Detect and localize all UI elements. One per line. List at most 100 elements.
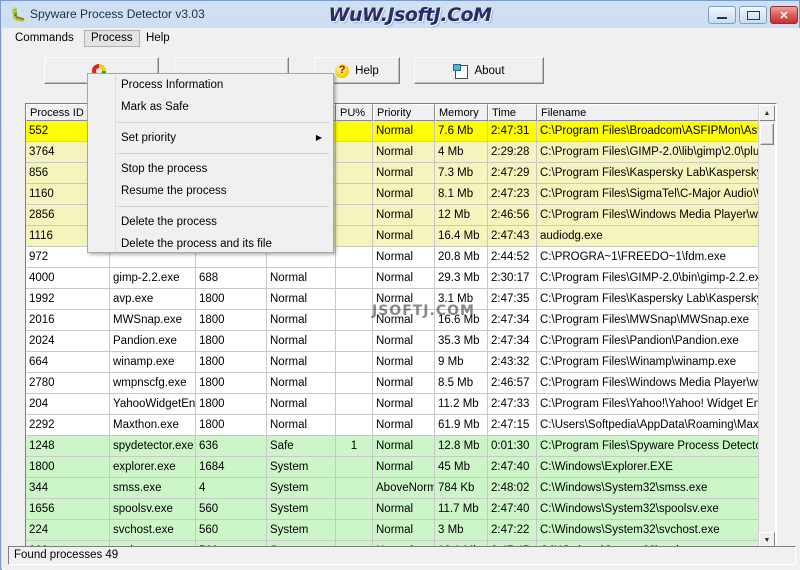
menu-item-delete-the-process[interactable]: Delete the process	[88, 211, 333, 233]
column-header-memory[interactable]: Memory	[435, 104, 488, 121]
cell-cpu: 1	[336, 436, 373, 456]
cell-parent: 1800	[196, 352, 267, 372]
cell-time: 2:47:22	[488, 520, 537, 540]
cell-time: 2:47:34	[488, 331, 537, 351]
menu-help[interactable]: Help	[139, 30, 177, 47]
cell-pid: 2024	[26, 331, 110, 351]
cell-cpu	[336, 520, 373, 540]
cell-filename: C:\Program Files\SigmaTel\C-Major Audio\…	[537, 184, 761, 204]
cell-time: 0:01:30	[488, 436, 537, 456]
cell-type: Normal	[267, 268, 336, 288]
table-row[interactable]: 1248 spydetector.exe 636 Safe 1 Normal 12.8 Mb…	[26, 436, 761, 457]
minimize-button[interactable]	[708, 6, 736, 24]
cell-cpu	[336, 415, 373, 435]
cell-memory: 12.8 Mb	[435, 436, 488, 456]
cell-filename: C:\Windows\Explorer.EXE	[537, 457, 761, 477]
cell-time: 2:47:31	[488, 121, 537, 141]
cell-memory: 11.2 Mb	[435, 394, 488, 414]
table-row[interactable]: 344smss.exe4System AboveNorma784 Kb2:48:0…	[26, 478, 761, 499]
cell-parent: 1800	[196, 415, 267, 435]
status-text: Found processes 49	[14, 549, 119, 561]
cell-priority: Normal	[373, 268, 435, 288]
cell-time: 2:44:52	[488, 247, 537, 267]
table-row[interactable]: 2780 wmpnscfg.exe 1800 Normal Normal 8.5 Mb 2:…	[26, 373, 761, 394]
cell-filename: audiodg.exe	[537, 226, 761, 246]
close-icon: ✕	[779, 9, 789, 22]
process-dropdown-menu: Process Information Mark as Safe Set prior…	[87, 73, 334, 253]
table-row[interactable]: 4000 gimp-2.2.exe 688 Normal Normal 29.3 Mb 2:…	[26, 268, 761, 289]
cell-pid: 664	[26, 352, 110, 372]
menu-item-label: Process Information	[121, 79, 224, 91]
cell-time: 2:47:40	[488, 457, 537, 477]
column-header-pu-[interactable]: PU%	[336, 104, 373, 121]
cell-memory: 20.8 Mb	[435, 247, 488, 267]
table-row[interactable]: 224 svchost.exe 560 System Normal 3 Mb 2:47:22…	[26, 520, 761, 541]
menu-item-delete-the-process-and-its-file[interactable]: Delete the process and its file	[88, 233, 333, 255]
table-row[interactable]: 204YahooWidgetEngir1800NormalNormal11.2 …	[26, 394, 761, 415]
cell-cpu	[336, 205, 373, 225]
cell-type: Normal	[267, 331, 336, 351]
cell-priority: Normal	[373, 205, 435, 225]
menu-item-stop-the-process[interactable]: Stop the process	[88, 158, 333, 180]
table-row[interactable]: 2024 Pandion.exe 1800 Normal Normal 35.3 Mb 2:…	[26, 331, 761, 352]
close-button[interactable]: ✕	[770, 6, 798, 24]
cell-pid: 1656	[26, 499, 110, 519]
menu-commands[interactable]: Commands	[8, 30, 81, 47]
cell-parent: 1800	[196, 289, 267, 309]
cell-pid: 4000	[26, 268, 110, 288]
menu-process[interactable]: Process	[84, 30, 140, 47]
cell-name: svchost.exe	[110, 520, 196, 540]
column-header-time[interactable]: Time	[488, 104, 537, 121]
question-icon: ?	[335, 63, 350, 78]
cell-cpu	[336, 373, 373, 393]
cell-memory: 8.1 Mb	[435, 184, 488, 204]
column-header-priority[interactable]: Priority	[373, 104, 435, 121]
cell-memory: 16.6 Mb	[435, 310, 488, 330]
cell-type: Normal	[267, 289, 336, 309]
cell-filename: C:\Program Files\Kaspersky Lab\Kaspersky…	[537, 163, 761, 183]
submenu-arrow-icon: ▶	[315, 133, 322, 142]
cell-priority: AboveNorma	[373, 478, 435, 498]
menu-item-process-information[interactable]: Process Information	[88, 74, 333, 96]
vertical-scrollbar[interactable]: ▲ ▼	[758, 105, 775, 548]
scroll-up-icon[interactable]: ▲	[759, 105, 775, 121]
cell-filename: C:\Users\Softpedia\AppData\Roaming\Maxth	[537, 415, 761, 435]
client-area: SOFTPEDIA www.softpedia.com Commands Pro…	[2, 28, 800, 570]
cell-filename: C:\Program Files\MWSnap\MWSnap.exe	[537, 310, 761, 330]
cell-priority: Normal	[373, 163, 435, 183]
cell-pid: 2016	[26, 310, 110, 330]
menu-item-label: Mark as Safe	[121, 101, 189, 113]
cell-time: 2:47:35	[488, 289, 537, 309]
cell-parent: 1800	[196, 394, 267, 414]
cell-filename: C:\Program Files\Winamp\winamp.exe	[537, 352, 761, 372]
cell-cpu	[336, 289, 373, 309]
table-row[interactable]: 1800 explorer.exe 1684 System Normal 45 Mb 2:4…	[26, 457, 761, 478]
cell-name: Pandion.exe	[110, 331, 196, 351]
cell-time: 2:47:40	[488, 499, 537, 519]
maximize-button[interactable]	[739, 6, 767, 24]
cell-priority: Normal	[373, 436, 435, 456]
menu-item-resume-the-process[interactable]: Resume the process	[88, 180, 333, 202]
about-button[interactable]: About	[414, 57, 544, 84]
column-header-filename[interactable]: Filename	[537, 104, 761, 121]
cell-name: spydetector.exe	[110, 436, 196, 456]
table-row[interactable]: 2016 MWSnap.exe 1800 Normal Normal 16.6 Mb 2:4…	[26, 310, 761, 331]
minimize-icon	[709, 7, 735, 23]
app-bug-icon: 🐛	[10, 7, 27, 22]
cell-type: System	[267, 499, 336, 519]
cell-name: winamp.exe	[110, 352, 196, 372]
table-row[interactable]: 1656 spoolsv.exe 560 System Normal 11.7 Mb 2:4…	[26, 499, 761, 520]
cell-memory: 3.1 Mb	[435, 289, 488, 309]
menu-item-mark-as-safe[interactable]: Mark as Safe	[88, 96, 333, 118]
vertical-scroll-thumb[interactable]	[760, 123, 774, 145]
cell-filename: C:\Program Files\Pandion\Pandion.exe	[537, 331, 761, 351]
cell-cpu	[336, 394, 373, 414]
table-row[interactable]: 1992 avp.exe 1800 Normal Normal 3.1 Mb 2:47:35…	[26, 289, 761, 310]
table-row[interactable]: 2292 Maxthon.exe 1800 Normal Normal 61.9 Mb 2:…	[26, 415, 761, 436]
cell-cpu	[336, 226, 373, 246]
cell-priority: Normal	[373, 226, 435, 246]
table-row[interactable]: 664 winamp.exe 1800 Normal Normal 9 Mb 2:43:32…	[26, 352, 761, 373]
cell-memory: 8.5 Mb	[435, 373, 488, 393]
cell-name: Maxthon.exe	[110, 415, 196, 435]
menu-item-set-priority[interactable]: Set priority ▶	[88, 127, 333, 149]
